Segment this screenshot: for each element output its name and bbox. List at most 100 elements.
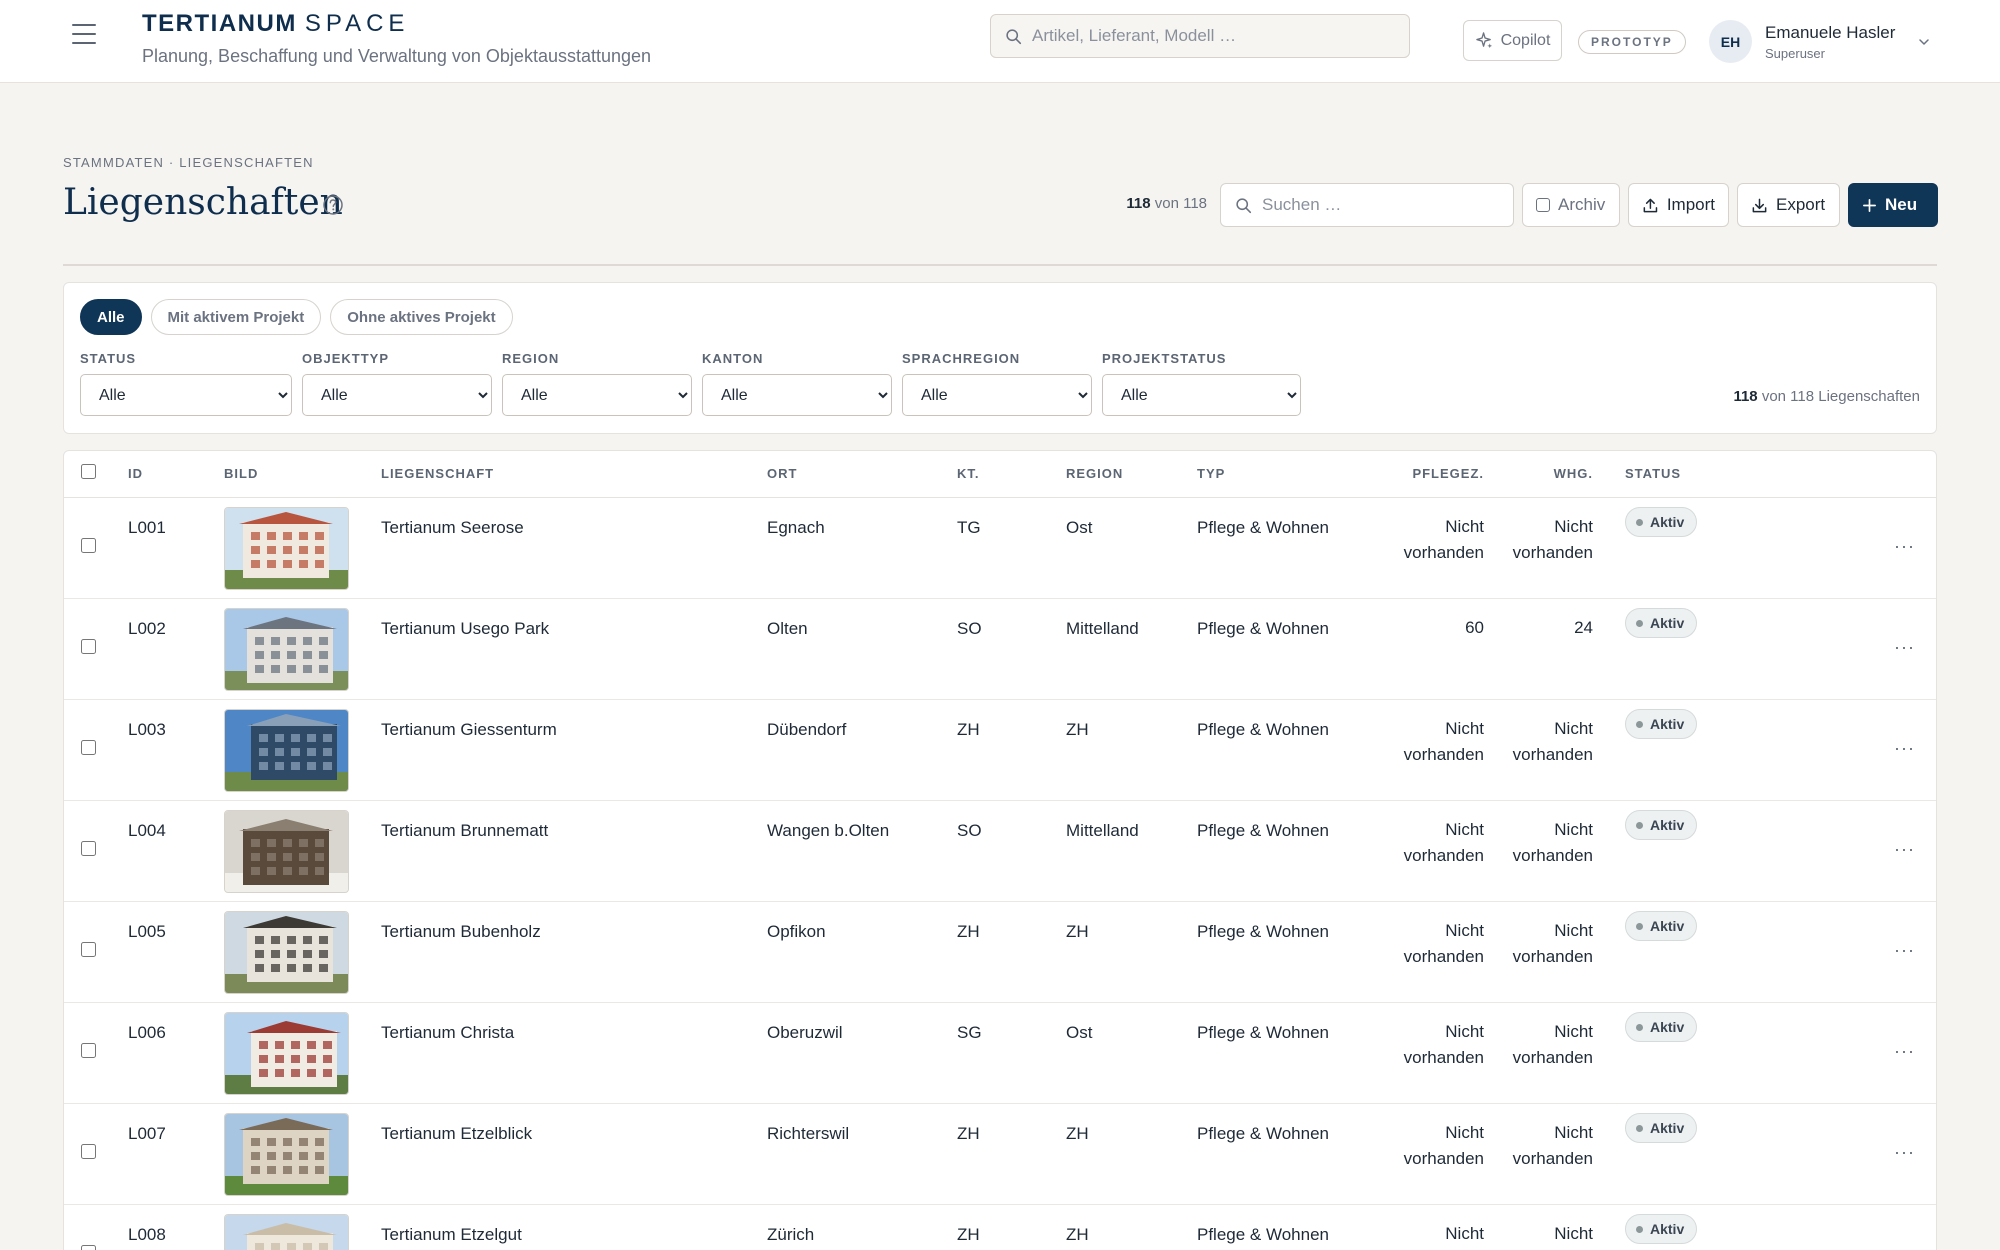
table-row[interactable]: L007 Tertianum Etzelblick Richterswil ZH… — [64, 1104, 1936, 1205]
search-icon — [1236, 197, 1252, 213]
more-icon[interactable]: ··· — [1894, 1142, 1915, 1163]
row-checkbox[interactable] — [81, 639, 96, 654]
row-care: Nicht vorhanden — [1403, 517, 1484, 562]
row-checkbox[interactable] — [81, 942, 96, 957]
more-icon[interactable]: ··· — [1894, 839, 1915, 860]
filter-sprachregion-label: SPRACHREGION — [902, 351, 1021, 366]
status-badge: Aktiv — [1625, 810, 1698, 840]
row-name[interactable]: Tertianum Christa — [381, 1023, 514, 1043]
property-image — [224, 1214, 349, 1250]
user-menu[interactable]: EH Emanuele Hasler Superuser — [1709, 20, 1931, 63]
divider — [63, 264, 1937, 266]
more-icon[interactable]: ··· — [1894, 940, 1915, 961]
table-row[interactable]: L005 Tertianum Bubenholz Opfikon ZH ZH P… — [64, 902, 1936, 1003]
row-name[interactable]: Tertianum Etzelblick — [381, 1124, 532, 1144]
row-checkbox[interactable] — [81, 1043, 96, 1058]
column-header-city[interactable]: ORT — [767, 466, 797, 481]
archive-toggle[interactable]: Archiv — [1522, 183, 1620, 227]
more-icon[interactable]: ··· — [1894, 637, 1915, 658]
brand-name-bold: TERTIANUM — [142, 10, 297, 37]
filter-projektstatus-select[interactable]: Alle — [1102, 374, 1301, 416]
export-button[interactable]: Export — [1737, 183, 1840, 227]
copilot-button[interactable]: Copilot — [1463, 20, 1562, 61]
row-apartments: Nicht vorhanden — [1512, 820, 1593, 865]
row-care: Nicht vorhanden — [1403, 921, 1484, 966]
table-row[interactable]: L008 Tertianum Etzelgut Zürich ZH ZH Pfl… — [64, 1205, 1936, 1250]
property-image — [224, 608, 349, 691]
table-row[interactable]: L004 Tertianum Brunnematt Wangen b.Olten… — [64, 801, 1936, 902]
row-name[interactable]: Tertianum Usego Park — [381, 619, 549, 639]
row-canton: ZH — [957, 922, 980, 941]
table-header: ID BILD LIEGENSCHAFT ORT KT. REGION TYP … — [64, 451, 1936, 498]
row-id: L006 — [128, 1023, 166, 1042]
row-checkbox[interactable] — [81, 538, 96, 553]
global-search-input[interactable] — [1032, 26, 1392, 46]
row-city: Wangen b.Olten — [767, 821, 890, 840]
column-header-region[interactable]: REGION — [1066, 466, 1123, 481]
more-icon[interactable]: ··· — [1894, 1041, 1915, 1062]
page-search-input[interactable] — [1262, 195, 1502, 215]
column-header-name[interactable]: LIEGENSCHAFT — [381, 466, 494, 481]
status-dot — [1636, 1225, 1643, 1233]
row-checkbox[interactable] — [81, 1245, 96, 1250]
building-photo — [225, 1114, 348, 1195]
row-apartments: Nicht vorhanden — [1512, 517, 1593, 562]
column-header-status[interactable]: STATUS — [1625, 466, 1681, 481]
table-row[interactable]: L006 Tertianum Christa Oberuzwil SG Ost … — [64, 1003, 1936, 1104]
table-row[interactable]: L003 Tertianum Giessenturm Dübendorf ZH … — [64, 700, 1936, 801]
status-badge: Aktiv — [1625, 911, 1698, 941]
status-badge: Aktiv — [1625, 709, 1698, 739]
row-name[interactable]: Tertianum Etzelgut — [381, 1225, 522, 1245]
avatar: EH — [1709, 20, 1752, 63]
column-header-apartments[interactable]: WHG. — [1493, 466, 1593, 481]
building-photo — [225, 912, 348, 993]
brand-title: TERTIANUM SPACE — [142, 10, 651, 38]
more-icon[interactable]: ··· — [1894, 1243, 1915, 1250]
chip-ohne-aktives-projekt[interactable]: Ohne aktives Projekt — [330, 299, 513, 335]
chip-mit-aktivem-projekt[interactable]: Mit aktivem Projekt — [150, 299, 322, 335]
column-header-canton[interactable]: KT. — [957, 466, 980, 481]
brand[interactable]: TERTIANUM SPACE Planung, Beschaffung und … — [142, 10, 651, 67]
row-name[interactable]: Tertianum Brunnematt — [381, 821, 548, 841]
column-header-id[interactable]: ID — [128, 466, 143, 481]
filter-sprachregion-select[interactable]: Alle — [902, 374, 1092, 416]
row-apartments: Nicht vorhanden — [1512, 1123, 1593, 1168]
more-icon[interactable]: ··· — [1894, 536, 1915, 557]
column-header-type[interactable]: TYP — [1197, 466, 1225, 481]
chip-alle[interactable]: Alle — [80, 299, 142, 335]
row-name[interactable]: Tertianum Seerose — [381, 518, 524, 538]
property-image — [224, 1113, 349, 1196]
row-care: Nicht vorhanden — [1403, 1123, 1484, 1168]
row-name[interactable]: Tertianum Giessenturm — [381, 720, 557, 740]
filter-region-select[interactable]: Alle — [502, 374, 692, 416]
status-dot — [1636, 619, 1643, 627]
status-label: Aktiv — [1650, 918, 1685, 934]
filter-kanton-select[interactable]: Alle — [702, 374, 892, 416]
user-info: Emanuele Hasler Superuser — [1765, 23, 1895, 61]
archive-label: Archiv — [1558, 195, 1606, 214]
table-row[interactable]: L001 Tertianum Seerose Egnach TG Ost Pfl… — [64, 498, 1936, 599]
status-label: Aktiv — [1650, 514, 1685, 530]
status-badge: Aktiv — [1625, 1214, 1698, 1244]
row-checkbox[interactable] — [81, 740, 96, 755]
filter-region: REGION Alle — [502, 351, 692, 416]
select-all-checkbox[interactable] — [81, 464, 96, 479]
more-icon[interactable]: ··· — [1894, 738, 1915, 759]
import-button[interactable]: Import — [1628, 183, 1729, 227]
archive-checkbox[interactable] — [1536, 198, 1550, 212]
filter-status-select[interactable]: Alle — [80, 374, 292, 416]
row-city: Richterswil — [767, 1124, 850, 1143]
row-checkbox[interactable] — [81, 1144, 96, 1159]
help-icon[interactable] — [322, 194, 344, 216]
row-canton: TG — [957, 518, 981, 537]
table-row[interactable]: L002 Tertianum Usego Park Olten SO Mitte… — [64, 599, 1936, 700]
status-label: Aktiv — [1650, 817, 1685, 833]
filter-objekttyp-select[interactable]: Alle — [302, 374, 492, 416]
column-header-care[interactable]: PFLEGEZ. — [1384, 466, 1484, 481]
row-name[interactable]: Tertianum Bubenholz — [381, 922, 541, 942]
filter-kanton: KANTON Alle — [702, 351, 892, 416]
status-label: Aktiv — [1650, 1221, 1685, 1237]
new-button[interactable]: Neu — [1848, 183, 1938, 227]
menu-icon[interactable] — [72, 24, 96, 44]
row-checkbox[interactable] — [81, 841, 96, 856]
